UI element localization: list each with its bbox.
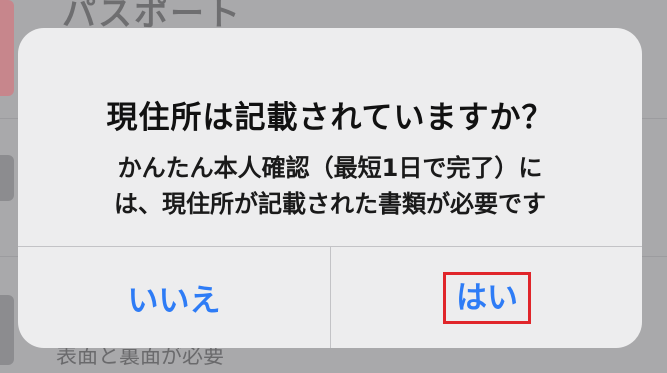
dialog-message-line-2: は、現住所が記載された書類が必要です [114, 190, 546, 218]
dialog-message: かんたん本人確認（最短1日で完了）に は、現住所が記載された書類が必要です [58, 150, 602, 222]
alert-dialog: 現住所は記載されていますか？ かんたん本人確認（最短1日で完了）に は、現住所が… [18, 28, 642, 348]
screen: パスポート 表面と裏面が必要 現住所は記載されていますか？ かんたん本人確認（最… [0, 0, 667, 373]
background-person-icon-2 [0, 295, 14, 365]
no-button[interactable]: いいえ [18, 247, 330, 348]
background-thumbnail-red [0, 0, 14, 96]
yes-button-label: はい [443, 271, 531, 324]
background-person-icon [0, 155, 14, 201]
yes-button[interactable]: はい [331, 247, 642, 348]
dialog-message-line-1: かんたん本人確認（最短1日で完了）に [117, 154, 543, 182]
dialog-title: 現住所は記載されていますか？ [106, 100, 554, 136]
no-button-label: いいえ [127, 283, 221, 319]
